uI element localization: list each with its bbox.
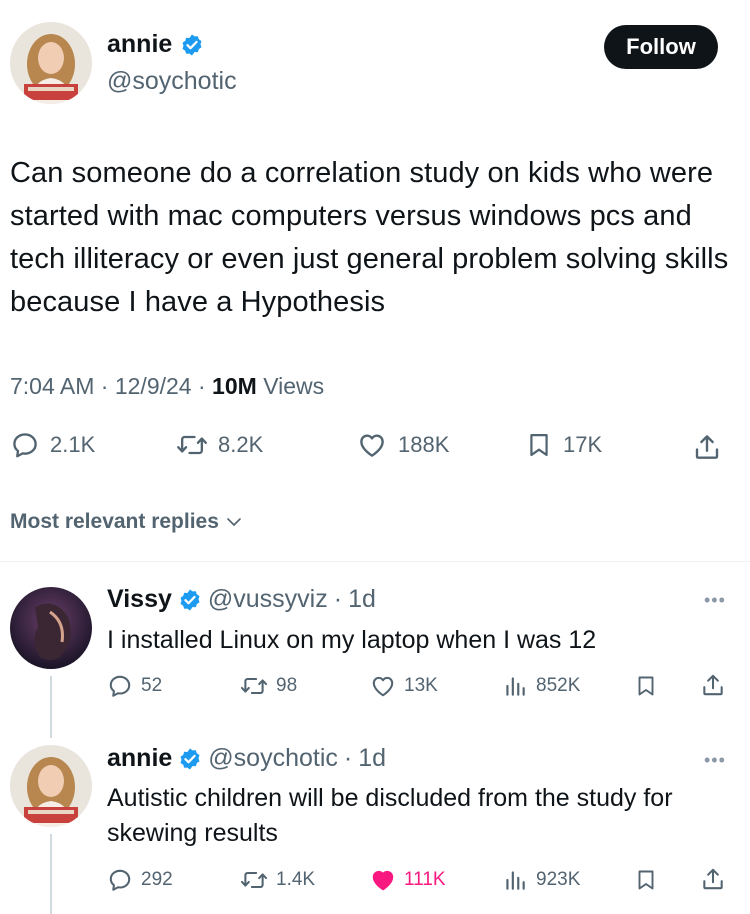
repost-count: 8.2K <box>218 432 264 457</box>
share-button[interactable] <box>700 672 726 703</box>
thread-line <box>50 834 52 914</box>
reply-author-name[interactable]: Vissy <box>107 585 172 614</box>
reply-icon <box>109 869 131 891</box>
chevron-down-icon <box>227 518 241 526</box>
reply-count: 2.1K <box>50 432 96 457</box>
thread-line <box>50 676 52 738</box>
reply-count: 292 <box>141 869 173 890</box>
tweet-time[interactable]: 7:04 AM <box>10 373 94 399</box>
views-icon <box>506 677 525 696</box>
verified-badge-icon <box>182 34 202 55</box>
like-icon <box>372 870 394 891</box>
main-tweet-text: Can someone do a correlation study on ki… <box>10 157 729 318</box>
like-icon <box>372 676 394 697</box>
repost-button[interactable]: 1.4K <box>240 867 315 893</box>
replies-sort-label: Most relevant replies <box>10 510 219 533</box>
like-button[interactable]: 13K <box>370 673 438 699</box>
reply-author-handle[interactable]: @vussyviz <box>208 585 328 614</box>
views-count: 923K <box>536 869 581 890</box>
like-count: 188K <box>398 432 450 457</box>
repost-count: 1.4K <box>276 869 316 890</box>
divider <box>0 561 750 562</box>
like-icon <box>360 434 384 457</box>
replies-sort-dropdown[interactable]: Most relevant replies <box>10 510 243 534</box>
share-icon <box>695 435 719 459</box>
reply-button[interactable]: 292 <box>107 867 173 893</box>
main-author-handle[interactable]: @soychotic <box>107 67 237 96</box>
tweet-date[interactable]: 12/9/24 <box>115 373 192 399</box>
repost-count: 98 <box>276 675 298 696</box>
bookmark-count: 17K <box>563 432 603 457</box>
reply-author-avatar[interactable] <box>10 745 92 827</box>
tweet-meta: 7:04 AM · 12/9/24 · 10M Views <box>10 373 325 399</box>
share-button[interactable] <box>700 866 726 897</box>
follow-button[interactable]: Follow <box>604 25 718 69</box>
main-author-avatar[interactable] <box>10 22 92 104</box>
verified-badge-icon <box>180 748 200 769</box>
view-count: 10M <box>212 373 257 399</box>
views-icon <box>506 871 525 890</box>
share-button[interactable] <box>692 432 722 467</box>
reply-icon <box>13 433 37 458</box>
repost-icon <box>240 871 268 889</box>
reply-button[interactable]: 2.1K <box>10 430 95 460</box>
like-button[interactable]: 188K <box>356 430 449 460</box>
reply-icon <box>109 675 131 697</box>
reply-age[interactable]: 1d <box>348 585 376 614</box>
more-icon[interactable]: ••• <box>704 750 726 771</box>
views-button[interactable]: 852K <box>502 673 580 699</box>
reply-author-avatar[interactable] <box>10 587 92 669</box>
views-label: Views <box>263 373 325 399</box>
views-count: 852K <box>536 675 581 696</box>
bookmark-button[interactable]: 17K <box>525 430 602 460</box>
verified-badge-icon <box>180 589 200 610</box>
bookmark-button[interactable] <box>634 673 658 704</box>
share-icon <box>703 674 723 696</box>
reply-text: I installed Linux on my laptop when I wa… <box>107 626 597 654</box>
more-icon[interactable]: ••• <box>704 590 726 611</box>
bookmark-icon <box>530 433 548 457</box>
reply-button[interactable]: 52 <box>107 673 162 699</box>
bookmark-icon <box>638 676 654 696</box>
reply-author-handle[interactable]: @soychotic <box>208 744 338 773</box>
repost-button[interactable]: 98 <box>240 673 297 699</box>
like-count: 111K <box>404 869 446 890</box>
share-icon <box>703 868 723 890</box>
bookmark-icon <box>638 870 654 890</box>
views-button[interactable]: 923K <box>502 867 580 893</box>
reply-author-name[interactable]: annie <box>107 744 172 773</box>
main-author-name[interactable]: annie <box>107 30 172 59</box>
reply-text: Autistic children will be discluded from… <box>107 784 673 847</box>
repost-icon <box>177 435 207 455</box>
bookmark-button[interactable] <box>634 867 658 898</box>
like-count: 13K <box>404 675 438 696</box>
repost-button[interactable]: 8.2K <box>176 430 263 460</box>
reply-count: 52 <box>141 675 163 696</box>
repost-icon <box>240 677 268 695</box>
reply-age[interactable]: 1d <box>358 744 386 773</box>
like-button[interactable]: 111K <box>370 867 446 893</box>
